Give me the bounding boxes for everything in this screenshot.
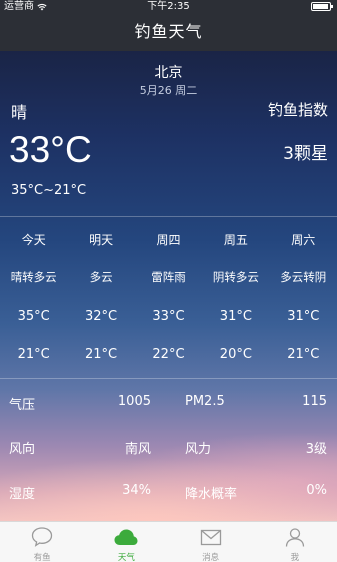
forecast-high: 32°C [85,309,118,324]
forecast-high: 31°C [219,309,252,324]
forecast-day: 周五 [223,233,248,247]
precipitation-value: 0% [306,483,327,498]
forecast-low: 22°C [152,347,185,362]
forecast-low-row: 21°C 21°C 22°C 20°C 21°C [0,347,337,362]
forecast-days-row: 今天 明天 周四 周五 周六 [0,231,337,248]
current-condition: 晴 [11,103,28,122]
weather-content: 北京 5月26 周二 晴 钓鱼指数 33°C 3颗星 35°C~21°C 今天 … [0,51,337,521]
fishing-index-value: 3颗星 [283,144,328,164]
forecast-low: 21°C [85,347,118,362]
forecast-condition: 多云 [89,270,113,284]
status-bar: 运营商 下午2:35 [0,0,337,13]
forecast-condition: 晴转多云 [10,270,57,284]
pressure-value: 1005 [117,394,151,409]
forecast-high-row: 35°C 32°C 33°C 31°C 31°C [0,309,337,324]
forecast-low: 21°C [17,347,50,362]
humidity-label: 湿度 [9,487,36,502]
detail-row-pressure: 气压 1005 PM2.5 115 [0,394,337,414]
pressure-label: 气压 [9,398,36,413]
person-icon [285,528,305,547]
nav-title: 钓鱼天气 [0,13,337,51]
chat-bubble-icon [31,527,53,547]
pm25-value: 115 [302,394,327,409]
current-temperature: 33°C [9,129,92,170]
tab-weather[interactable]: 天气 [84,522,168,562]
humidity-value: 34% [122,483,151,498]
status-time: 下午2:35 [147,1,190,12]
forecast-condition: 阴转多云 [212,270,259,284]
tab-me[interactable]: 我 [253,522,337,562]
tab-label: 消息 [202,553,220,562]
wind-force-label: 风力 [185,442,212,457]
envelope-icon [200,529,221,546]
forecast-day: 今天 [21,233,46,247]
forecast-day: 明天 [89,233,114,247]
city-name[interactable]: 北京 [0,62,337,82]
tab-bar: 有鱼 天气 消息 我 [0,521,337,562]
tab-label: 天气 [117,553,135,562]
fishing-index-label: 钓鱼指数 [267,101,328,119]
divider [0,216,337,217]
precipitation-label: 降水概率 [185,487,238,502]
wind-direction-label: 风向 [9,442,36,457]
forecast-condition: 雷阵雨 [151,270,186,284]
wind-direction-value: 南风 [124,442,151,457]
battery-icon [311,2,333,11]
detail-row-humidity: 湿度 34% 降水概率 0% [0,483,337,503]
forecast-high: 35°C [17,309,50,324]
wind-force-value: 3级 [305,442,327,457]
forecast-high: 31°C [287,309,320,324]
tab-label: 有鱼 [33,553,51,562]
forecast-conditions-row: 晴转多云 多云 雷阵雨 阴转多云 多云转阴 [0,269,337,285]
weather-screen: 运营商 下午2:35 钓鱼天气 北京 5月26 周二 晴 钓鱼指数 33°C 3… [0,0,337,562]
forecast-day: 周四 [156,233,181,247]
cloud-icon [114,529,138,545]
temperature-range: 35°C~21°C [11,183,87,198]
tab-youyu[interactable]: 有鱼 [0,522,84,562]
divider [0,378,337,379]
forecast-high: 33°C [152,309,185,324]
forecast-low: 20°C [219,347,252,362]
tab-messages[interactable]: 消息 [169,522,253,562]
forecast-day: 周六 [291,233,316,247]
current-date: 5月26 周二 [139,84,198,97]
forecast-condition: 多云转阴 [280,270,327,284]
pm25-label: PM2.5 [185,394,225,409]
detail-row-wind: 风向 南风 风力 3级 [0,438,337,458]
forecast-low: 21°C [287,347,320,362]
tab-label: 我 [290,553,300,562]
